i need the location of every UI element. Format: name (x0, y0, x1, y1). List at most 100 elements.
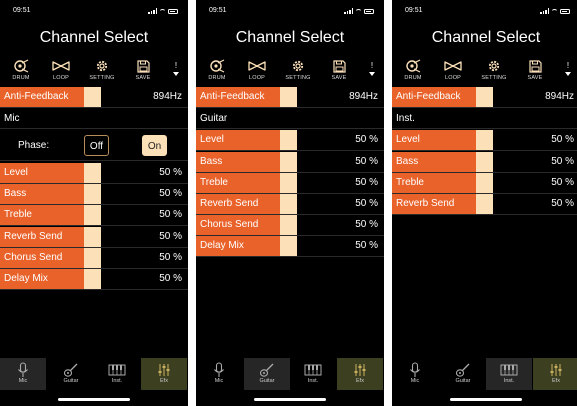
bottom-tab-bar: Mic Guitar Inst. Efx (392, 358, 577, 390)
tab-efx[interactable]: Efx (533, 358, 577, 390)
param-swatch[interactable] (280, 151, 297, 172)
anti-feedback-label: Anti-Feedback (196, 87, 280, 107)
channel-section-header: Mic (0, 108, 188, 130)
anti-feedback-swatch[interactable] (280, 87, 297, 107)
tool-save-button[interactable]: SAVE (128, 57, 158, 81)
tab-inst[interactable]: Inst. (486, 358, 532, 390)
param-swatch[interactable] (84, 163, 101, 183)
anti-feedback-row[interactable]: Anti-Feedback 894Hz (0, 87, 188, 108)
tool-setting-button[interactable]: SETTING (87, 57, 117, 81)
param-swatch[interactable] (84, 184, 101, 205)
param-swatch[interactable] (476, 172, 493, 193)
param-row-delay-mix[interactable]: Delay Mix 50 % (0, 269, 188, 290)
tab-label: Inst. (503, 378, 515, 384)
anti-feedback-swatch[interactable] (84, 87, 101, 107)
param-swatch[interactable] (280, 172, 297, 193)
param-label: Treble (196, 172, 280, 193)
param-row-treble[interactable]: Treble 50 % (0, 205, 188, 227)
battery-icon (168, 8, 178, 14)
phase-on-button[interactable]: On (142, 135, 167, 156)
tab-efx[interactable]: Efx (141, 358, 187, 390)
param-row-treble[interactable]: Treble 50 % (196, 172, 384, 194)
param-swatch[interactable] (84, 269, 101, 289)
param-row-reverb-send[interactable]: Reverb Send 50 % (0, 226, 188, 248)
param-swatch[interactable] (476, 130, 493, 151)
bottom-tab-bar: Mic Guitar Inst. Efx (196, 358, 384, 390)
loop-icon (438, 57, 468, 75)
tool-label: SAVE (331, 75, 347, 81)
param-value: 50 % (159, 209, 182, 221)
tool-loop-button[interactable]: LOOP (242, 57, 272, 81)
tool-save-button[interactable]: SAVE (520, 57, 550, 81)
more-menu-button[interactable]: ! (564, 62, 572, 78)
param-swatch[interactable] (476, 194, 493, 214)
efx-icon (533, 358, 577, 378)
param-swatch[interactable] (84, 226, 101, 247)
tab-efx[interactable]: Efx (337, 358, 383, 390)
tool-drum-button[interactable]: DRUM (398, 57, 428, 81)
param-row-reverb-send[interactable]: Reverb Send 50 % (392, 194, 577, 215)
gear-icon (479, 57, 509, 75)
mic-icon (0, 358, 46, 378)
tool-drum-button[interactable]: DRUM (6, 57, 36, 81)
home-indicator (450, 398, 522, 401)
param-value: 50 % (355, 176, 378, 188)
param-value: 50 % (159, 273, 182, 284)
tab-guitar[interactable]: Guitar (48, 358, 94, 390)
more-menu-button[interactable]: ! (368, 62, 376, 78)
param-row-bass[interactable]: Bass 50 % (196, 151, 384, 173)
anti-feedback-row[interactable]: Anti-Feedback 894Hz (196, 87, 384, 108)
tab-guitar[interactable]: Guitar (244, 358, 290, 390)
keyboard-icon (94, 358, 140, 378)
tab-mic[interactable]: Mic (0, 358, 46, 390)
param-swatch[interactable] (84, 247, 101, 268)
tab-label: Guitar (259, 378, 275, 384)
tab-mic[interactable]: Mic (392, 358, 438, 390)
param-row-bass[interactable]: Bass 50 % (392, 151, 577, 173)
tab-inst[interactable]: Inst. (290, 358, 336, 390)
param-row-chorus-send[interactable]: Chorus Send 50 % (0, 247, 188, 269)
param-row-level[interactable]: Level 50 % (196, 130, 384, 152)
tool-setting-button[interactable]: SETTING (283, 57, 313, 81)
param-swatch[interactable] (84, 205, 101, 226)
param-label: Treble (392, 172, 476, 193)
status-time: 09:51 (209, 7, 227, 14)
phase-off-button[interactable]: Off (84, 135, 109, 156)
param-value: 50 % (551, 155, 574, 167)
param-label: Level (0, 163, 84, 183)
param-value: 50 % (355, 198, 378, 209)
param-swatch[interactable] (476, 151, 493, 172)
tool-save-button[interactable]: SAVE (324, 57, 354, 81)
more-menu-button[interactable]: ! (172, 62, 180, 78)
tool-label: DRUM (12, 75, 30, 81)
home-indicator (58, 398, 130, 401)
param-value: 50 % (159, 251, 182, 263)
param-row-level[interactable]: Level 50 % (392, 130, 577, 152)
wifi-icon (355, 8, 362, 14)
tab-inst[interactable]: Inst. (94, 358, 140, 390)
param-row-delay-mix[interactable]: Delay Mix 50 % (196, 236, 384, 258)
param-row-bass[interactable]: Bass 50 % (0, 184, 188, 206)
param-swatch[interactable] (280, 215, 297, 236)
anti-feedback-swatch[interactable] (476, 87, 493, 107)
param-swatch[interactable] (280, 130, 297, 151)
param-row-treble[interactable]: Treble 50 % (392, 172, 577, 194)
param-row-chorus-send[interactable]: Chorus Send 50 % (196, 215, 384, 237)
anti-feedback-row[interactable]: Anti-Feedback 894Hz (392, 87, 577, 108)
param-row-reverb-send[interactable]: Reverb Send 50 % (196, 194, 384, 215)
tab-mic[interactable]: Mic (196, 358, 242, 390)
param-value: 50 % (159, 167, 182, 178)
anti-feedback-value: 894Hz (349, 91, 378, 102)
tool-loop-button[interactable]: LOOP (46, 57, 76, 81)
tool-label: SETTING (285, 75, 311, 81)
param-swatch[interactable] (280, 194, 297, 214)
tool-drum-button[interactable]: DRUM (202, 57, 232, 81)
tool-setting-button[interactable]: SETTING (479, 57, 509, 81)
tab-guitar[interactable]: Guitar (440, 358, 486, 390)
param-row-level[interactable]: Level 50 % (0, 163, 188, 184)
param-value: 50 % (159, 230, 182, 242)
param-swatch[interactable] (280, 236, 297, 257)
tool-label: LOOP (52, 75, 70, 81)
tool-loop-button[interactable]: LOOP (438, 57, 468, 81)
status-time: 09:51 (405, 7, 423, 14)
